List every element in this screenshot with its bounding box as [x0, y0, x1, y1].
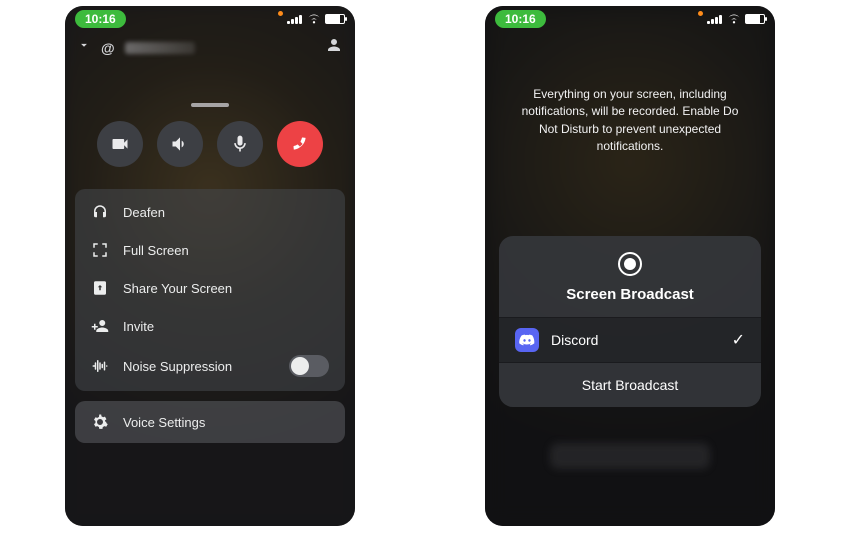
noise-icon — [91, 357, 109, 375]
share-label: Share Your Screen — [123, 281, 232, 296]
fullscreen-label: Full Screen — [123, 243, 189, 258]
hangup-button[interactable] — [277, 121, 323, 167]
broadcast-warning-text: Everything on your screen, including not… — [485, 32, 775, 156]
status-time-pill: 10:16 — [495, 10, 546, 28]
voice-settings-box: Voice Settings — [75, 401, 345, 443]
chevron-down-icon[interactable] — [77, 38, 91, 57]
status-right — [278, 14, 345, 24]
invite-item[interactable]: Invite — [75, 307, 345, 345]
recording-dot-icon — [278, 11, 283, 16]
broadcast-title: Screen Broadcast — [499, 286, 761, 303]
signal-icon — [287, 14, 303, 24]
call-buttons — [65, 121, 355, 167]
speaker-button[interactable] — [157, 121, 203, 167]
noise-suppression-item[interactable]: Noise Suppression — [75, 345, 345, 387]
broadcast-card: Screen Broadcast Discord ✓ Start Broadca… — [499, 236, 761, 407]
battery-icon — [745, 14, 765, 24]
fullscreen-item[interactable]: Full Screen — [75, 231, 345, 269]
status-bar: 10:16 — [485, 6, 775, 32]
at-sign-icon: @ — [101, 40, 115, 56]
deafen-label: Deafen — [123, 205, 165, 220]
noise-toggle[interactable] — [289, 355, 329, 377]
phone-left: 10:16 @ — [65, 6, 355, 526]
blurred-bottom-element — [550, 443, 710, 469]
noise-label: Noise Suppression — [123, 359, 232, 374]
record-icon — [618, 252, 642, 276]
deafen-item[interactable]: Deafen — [75, 193, 345, 231]
screen-share-icon — [91, 279, 109, 297]
invite-label: Invite — [123, 319, 154, 334]
headphones-icon — [91, 203, 109, 221]
call-header: @ — [65, 32, 355, 59]
gear-icon — [91, 413, 109, 431]
status-right — [698, 14, 765, 24]
discord-icon — [515, 328, 539, 352]
recording-dot-icon — [698, 11, 703, 16]
invite-icon — [91, 317, 109, 335]
voice-settings-label: Voice Settings — [123, 415, 205, 430]
call-menu: Deafen Full Screen Share Your Screen Inv… — [75, 189, 345, 391]
wifi-icon — [307, 14, 321, 24]
broadcast-app-row[interactable]: Discord ✓ — [499, 317, 761, 363]
fullscreen-icon — [91, 241, 109, 259]
broadcast-app-label: Discord — [551, 332, 598, 348]
status-time-pill: 10:16 — [75, 10, 126, 28]
wifi-icon — [727, 14, 741, 24]
video-button[interactable] — [97, 121, 143, 167]
drag-handle[interactable] — [191, 103, 229, 107]
channel-name-blurred — [125, 42, 195, 54]
check-icon: ✓ — [732, 330, 745, 350]
voice-settings-item[interactable]: Voice Settings — [75, 401, 345, 443]
status-bar: 10:16 — [65, 6, 355, 32]
start-broadcast-button[interactable]: Start Broadcast — [499, 363, 761, 407]
broadcast-header: Screen Broadcast — [499, 236, 761, 317]
add-user-icon[interactable] — [325, 36, 343, 59]
battery-icon — [325, 14, 345, 24]
share-screen-item[interactable]: Share Your Screen — [75, 269, 345, 307]
phone-right: 10:16 Everything on your screen, includi… — [485, 6, 775, 526]
mic-button[interactable] — [217, 121, 263, 167]
signal-icon — [707, 14, 723, 24]
